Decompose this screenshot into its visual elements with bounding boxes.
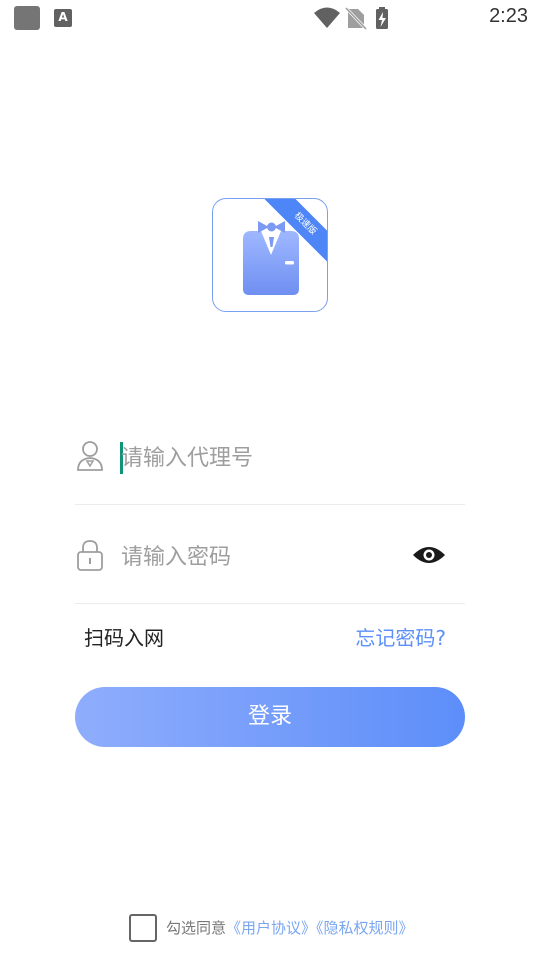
- battery-charging-icon: [376, 7, 388, 29]
- password-row[interactable]: 请输入密码: [75, 503, 465, 604]
- scan-to-join-link[interactable]: 扫码入网: [84, 622, 164, 651]
- status-icons: [314, 6, 444, 31]
- agreement-prefix: 勾选同意: [166, 919, 227, 937]
- login-button[interactable]: 登录: [75, 687, 465, 747]
- forgot-password-link[interactable]: 忘记密码?: [355, 622, 446, 651]
- agreement-checkbox[interactable]: [129, 914, 157, 942]
- user-icon: [77, 441, 103, 471]
- account-input[interactable]: 请输入代理号: [121, 440, 253, 472]
- account-row[interactable]: 请输入代理号: [75, 404, 465, 505]
- wifi-icon: [314, 7, 340, 28]
- lock-icon: [77, 540, 103, 571]
- privacy-rules-link[interactable]: 《隐私权规则》: [316, 919, 414, 937]
- agreement-row: 勾选同意《用户协议》《隐私权规则》: [0, 912, 540, 942]
- user-agreement-link[interactable]: 《用户协议》: [226, 919, 316, 937]
- keyboard-a-icon: A: [54, 9, 72, 27]
- password-input[interactable]: 请输入密码: [121, 539, 231, 571]
- agreement-text: 勾选同意《用户协议》《隐私权规则》: [166, 917, 414, 938]
- status-bar: A 2:23: [0, 0, 540, 36]
- notification-app-icon: [14, 6, 40, 30]
- app-logo: 极速版: [212, 198, 328, 312]
- show-password-eye-icon[interactable]: [411, 543, 447, 567]
- clock-time: 2:23: [489, 5, 528, 27]
- no-sim-icon: [344, 6, 368, 31]
